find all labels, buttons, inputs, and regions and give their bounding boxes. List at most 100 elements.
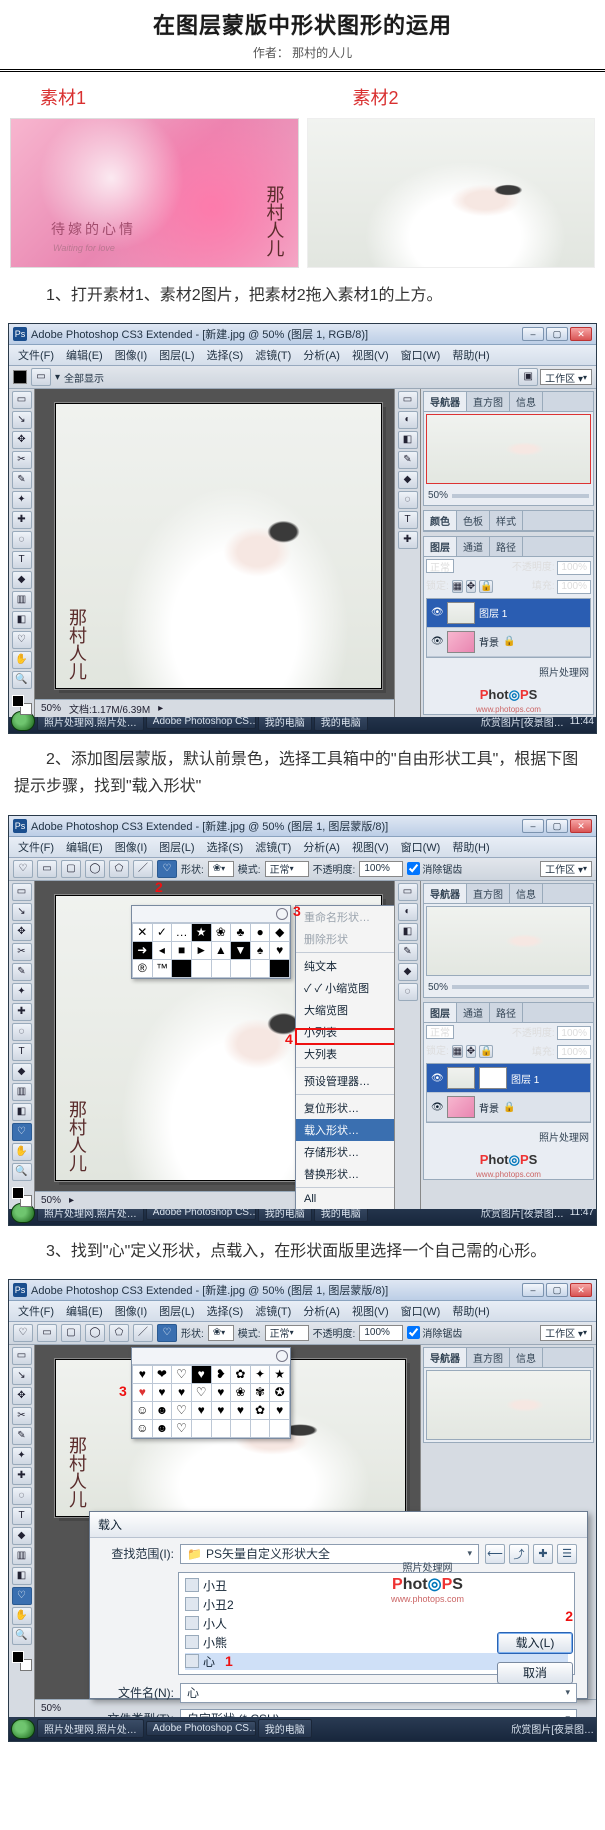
fill-value[interactable]: 100%: [557, 580, 591, 594]
tab-histogram[interactable]: 直方图: [467, 884, 510, 903]
shape-context-menu[interactable]: 重命名形状… 删除形状 纯文本 ✓ 小缩览图 大缩览图 小列表 大列表 预设管理…: [295, 905, 394, 1209]
shape-cell[interactable]: ★: [192, 924, 211, 941]
tool-crop-icon[interactable]: ✂: [12, 451, 32, 469]
shape-cell[interactable]: [192, 960, 211, 977]
tool-eraser-icon[interactable]: ◌: [12, 531, 32, 549]
opt-antialias-checkbox[interactable]: [407, 862, 420, 875]
tab-navigator[interactable]: 导航器: [424, 1348, 467, 1367]
close-button[interactable]: ✕: [570, 327, 592, 341]
tool-type-icon[interactable]: T: [12, 1043, 32, 1061]
opt-custom-shape-icon[interactable]: ♡: [157, 860, 177, 878]
layer-row-bg[interactable]: 👁 背景 🔒: [427, 628, 590, 657]
tool-brush-icon[interactable]: ✎: [12, 1427, 32, 1445]
tool-heal-icon[interactable]: ✚: [12, 511, 32, 529]
shape-cell[interactable]: ♠: [251, 942, 270, 959]
fg-bg-swatch[interactable]: [12, 1651, 32, 1671]
opt-antialias-checkbox[interactable]: [407, 1326, 420, 1339]
tool-custom-shape-icon[interactable]: ♡: [12, 1587, 32, 1605]
ps3-toolbox[interactable]: ▭ ↘ ✥ ✂ ✎ ✦ ✚ ◌ T ◆ ▥ ◧ ♡ ✋ 🔍: [9, 1345, 35, 1717]
tool-path-icon[interactable]: ◧: [12, 611, 32, 629]
opt-swatch[interactable]: [13, 370, 27, 384]
navigator-zoom-value[interactable]: 50%: [428, 490, 448, 501]
taskbar-3[interactable]: 照片处理网.照片处… Adobe Photoshop CS… 我的电脑 欣赏图片…: [9, 1717, 596, 1741]
rtool-2-icon[interactable]: ◐: [398, 411, 418, 429]
ps2-titlebar[interactable]: Ps Adobe Photoshop CS3 Extended - [新建.jp…: [9, 816, 596, 837]
tool-zoom-icon[interactable]: 🔍: [12, 671, 32, 689]
tool-move-icon[interactable]: ↘: [12, 903, 32, 921]
shape-cell[interactable]: ◆: [270, 924, 289, 941]
tab-swatches[interactable]: 色板: [457, 511, 490, 530]
tool-stamp-icon[interactable]: ✦: [12, 1447, 32, 1465]
menu-help[interactable]: 帮助(H): [447, 839, 494, 855]
close-button[interactable]: ✕: [570, 819, 592, 833]
tool-marquee-icon[interactable]: ▭: [12, 883, 32, 901]
tool-eraser-icon[interactable]: ◌: [12, 1487, 32, 1505]
tab-styles[interactable]: 样式: [490, 511, 523, 530]
tool-eraser-icon[interactable]: ◌: [12, 1023, 32, 1041]
layer-list[interactable]: 👁 图层 1 👁 背景 🔒: [426, 598, 591, 658]
tool-shape-icon[interactable]: ◆: [12, 571, 32, 589]
layer-row-1[interactable]: 👁 图层 1: [427, 1064, 590, 1093]
ps3-zoom[interactable]: 50%: [41, 1703, 61, 1714]
filename-field[interactable]: 心 ▾: [180, 1683, 577, 1703]
layer-blendmode[interactable]: 正常: [426, 559, 454, 573]
fg-bg-swatch[interactable]: [12, 695, 32, 715]
shape-cell[interactable]: [251, 960, 270, 977]
tool-move-icon[interactable]: ↘: [12, 1367, 32, 1385]
tool-heal-icon[interactable]: ✚: [12, 1003, 32, 1021]
load-button[interactable]: 载入(L): [497, 1632, 573, 1654]
layer-row-1[interactable]: 👁 图层 1: [427, 599, 590, 628]
maximize-button[interactable]: ▢: [546, 819, 568, 833]
fill-value[interactable]: 100%: [557, 1045, 591, 1059]
tool-stamp-icon[interactable]: ✦: [12, 983, 32, 1001]
shape-cell[interactable]: [231, 960, 250, 977]
opt-shape-picker[interactable]: ❀: [208, 1325, 234, 1341]
eye-icon[interactable]: 👁: [431, 1073, 443, 1084]
menu-analyze[interactable]: 分析(A): [298, 347, 345, 363]
tab-paths[interactable]: 路径: [490, 537, 523, 556]
layer-list[interactable]: 👁 图层 1 👁 背景 🔒: [426, 1063, 591, 1123]
menu-file[interactable]: 文件(F): [13, 347, 59, 363]
tool-shape-icon[interactable]: ◆: [12, 1527, 32, 1545]
tab-info[interactable]: 信息: [510, 884, 543, 903]
nav-up-icon[interactable]: ⤴: [509, 1544, 529, 1564]
shape-cell[interactable]: ™: [153, 960, 172, 977]
rtool-6-icon[interactable]: ◌: [398, 491, 418, 509]
tab-paths[interactable]: 路径: [490, 1003, 523, 1022]
menu-help[interactable]: 帮助(H): [447, 347, 494, 363]
menu-analyze[interactable]: 分析(A): [298, 839, 345, 855]
opt-opacity-value[interactable]: 100%: [359, 861, 403, 877]
layerbg-name[interactable]: 背景: [479, 1100, 499, 1115]
shape-cell[interactable]: ®: [133, 960, 152, 977]
taskbar-item[interactable]: Adobe Photoshop CS…: [146, 1721, 256, 1736]
shape-cell[interactable]: ►: [192, 942, 211, 959]
rtool-8-icon[interactable]: ✚: [398, 531, 418, 549]
menu-edit[interactable]: 编辑(E): [61, 839, 108, 855]
menu-image[interactable]: 图像(I): [110, 347, 152, 363]
menu-file[interactable]: 文件(F): [13, 839, 59, 855]
shape-cell[interactable]: …: [172, 924, 191, 941]
tool-gradient-icon[interactable]: ▥: [12, 1547, 32, 1565]
shape-grid[interactable]: ✕✓…★❀♣●◆➜◂■►▲▼♠♥®™: [132, 923, 290, 978]
menu-window[interactable]: 窗口(W): [396, 839, 446, 855]
navigator-preview[interactable]: [426, 1370, 591, 1440]
tool-path-icon[interactable]: ◧: [12, 1567, 32, 1585]
opt-ellipse-icon[interactable]: ◯: [85, 1324, 105, 1342]
lock-all-icon[interactable]: 🔒: [479, 1045, 493, 1058]
opt-workspace[interactable]: 工作区 ▾: [540, 861, 592, 877]
taskbar-item[interactable]: 我的电脑: [258, 1719, 312, 1738]
menu-analyze[interactable]: 分析(A): [298, 1303, 345, 1319]
shape-cell[interactable]: [172, 960, 191, 977]
opt-line-icon[interactable]: ／: [133, 1324, 153, 1342]
panel-color[interactable]: 颜色 色板 样式: [423, 510, 594, 532]
view-menu-icon[interactable]: ☰: [557, 1544, 577, 1564]
tool-custom-shape-icon[interactable]: ♡: [12, 1123, 32, 1141]
nav-back-icon[interactable]: ⟵: [485, 1544, 505, 1564]
menu-layer[interactable]: 图层(L): [154, 347, 199, 363]
navigator-preview[interactable]: [426, 906, 591, 976]
lock-pos-icon[interactable]: ✥: [466, 580, 476, 593]
layer-blendmode[interactable]: 正常: [426, 1025, 454, 1039]
file-item[interactable]: 小丑: [185, 1577, 568, 1594]
menu-file[interactable]: 文件(F): [13, 1303, 59, 1319]
ps1-zoom[interactable]: 50%: [41, 703, 61, 714]
